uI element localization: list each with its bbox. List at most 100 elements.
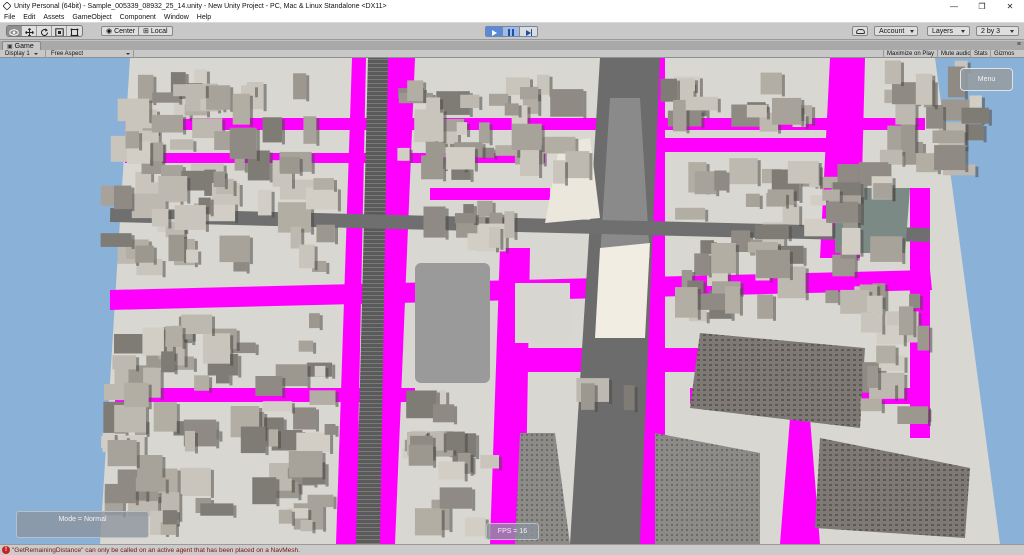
- account-dropdown[interactable]: Account: [874, 26, 918, 36]
- menu-file[interactable]: File: [0, 14, 19, 21]
- layers-label: Layers: [932, 27, 954, 35]
- menu-help[interactable]: Help: [193, 14, 215, 21]
- building-block: [961, 107, 989, 124]
- building-shadow: [316, 409, 319, 432]
- building-block: [174, 205, 206, 230]
- game-viewport[interactable]: Menu Mode = Normal FPS = 16: [0, 58, 1024, 544]
- scale-tool-icon[interactable]: [52, 26, 67, 36]
- tab-game[interactable]: ▣ Game: [2, 41, 41, 50]
- building-shadow: [915, 102, 919, 127]
- menu-gameobject[interactable]: GameObject: [68, 14, 115, 21]
- game-view-icon: ▣: [7, 43, 13, 50]
- pivot-center-button[interactable]: ◉ Center: [101, 26, 141, 36]
- building-shadow: [786, 194, 789, 209]
- layout-dropdown[interactable]: 2 by 3: [976, 26, 1019, 36]
- mode-indicator[interactable]: Mode = Normal: [16, 511, 149, 538]
- building-block: [432, 404, 455, 423]
- building-shadow: [904, 374, 908, 401]
- building-block: [296, 432, 331, 452]
- menu-button[interactable]: Menu: [960, 68, 1013, 91]
- building-shadow: [235, 204, 239, 224]
- building-block: [213, 171, 225, 188]
- building-shadow: [308, 510, 312, 521]
- console-status-bar[interactable]: ! "GetRemainingDistance" can only be cal…: [0, 544, 1024, 555]
- hand-tool-icon[interactable]: [7, 26, 22, 36]
- menu-component[interactable]: Component: [116, 14, 160, 21]
- building-block: [464, 517, 486, 537]
- building-block: [760, 72, 782, 95]
- building-shadow: [703, 282, 707, 295]
- building-shadow: [499, 457, 502, 471]
- pivot-space-button[interactable]: ⊞ Local: [138, 26, 173, 36]
- building-shadow: [500, 229, 504, 250]
- gizmos-toggle[interactable]: Gizmos: [990, 50, 1017, 58]
- collab-cloud-button[interactable]: [852, 26, 868, 36]
- building-block: [711, 243, 736, 274]
- building-block: [316, 224, 335, 243]
- building-block: [252, 477, 277, 505]
- building-shadow: [475, 215, 479, 226]
- panel-menu-icon[interactable]: ≡: [1017, 41, 1021, 48]
- building-shadow: [594, 385, 598, 412]
- building-shadow: [205, 207, 209, 232]
- building-block: [553, 160, 565, 184]
- aspect-dropdown[interactable]: Free Aspect: [48, 50, 134, 58]
- maximize-on-play-toggle[interactable]: Maximize on Play: [883, 50, 937, 58]
- step-button[interactable]: [520, 27, 537, 36]
- stats-toggle[interactable]: Stats: [970, 50, 991, 58]
- building-block: [900, 122, 916, 151]
- building-shadow: [291, 511, 295, 526]
- building-shadow: [539, 148, 543, 178]
- building-block: [478, 122, 490, 144]
- rect-tool-icon[interactable]: [67, 26, 82, 36]
- building-shadow: [182, 328, 186, 349]
- pause-button[interactable]: [503, 27, 520, 36]
- minimize-button[interactable]: —: [940, 0, 968, 12]
- building-shadow: [801, 99, 805, 127]
- move-tool-icon[interactable]: [22, 26, 37, 36]
- building-shadow: [216, 421, 220, 449]
- display-dropdown[interactable]: Display 1: [2, 50, 46, 58]
- building-block: [293, 407, 316, 430]
- close-button[interactable]: ✕: [996, 0, 1024, 12]
- station-plaza: [515, 283, 570, 343]
- building-block: [660, 78, 677, 102]
- menu-edit[interactable]: Edit: [19, 14, 39, 21]
- building-block: [153, 402, 177, 432]
- maximize-button[interactable]: ❐: [968, 0, 996, 12]
- layers-dropdown[interactable]: Layers: [927, 26, 970, 36]
- rotate-tool-icon[interactable]: [37, 26, 52, 36]
- building-block: [124, 382, 149, 408]
- space-label: Local: [150, 27, 168, 35]
- building-block: [407, 80, 424, 101]
- menu-window[interactable]: Window: [160, 14, 193, 21]
- building-block: [901, 407, 929, 420]
- tower-light-2: [595, 243, 650, 338]
- building-block: [293, 73, 307, 100]
- step-icon: [525, 29, 532, 36]
- building-shadow: [433, 446, 437, 468]
- building-shadow: [291, 403, 295, 414]
- building-block: [135, 171, 151, 197]
- building-block: [714, 170, 727, 191]
- building-shadow: [255, 344, 259, 356]
- building-shadow: [464, 433, 468, 453]
- building-block: [454, 213, 476, 224]
- building-shadow: [901, 62, 904, 87]
- building-shadow: [330, 434, 334, 454]
- building-block: [489, 227, 501, 248]
- window-controls: — ❐ ✕: [940, 0, 1024, 12]
- building-shadow: [860, 229, 864, 257]
- play-button[interactable]: [486, 27, 503, 36]
- local-space-icon: ⊞: [143, 28, 149, 35]
- building-block: [181, 314, 212, 334]
- mute-audio-toggle[interactable]: Mute audio: [937, 50, 974, 58]
- building-shadow: [174, 353, 178, 375]
- window-title-bar: Unity Personal (64bit) - Sample_005339_0…: [0, 0, 1024, 12]
- building-block: [873, 183, 893, 199]
- building-block: [194, 375, 210, 391]
- building-shadow: [335, 392, 339, 407]
- menu-assets[interactable]: Assets: [39, 14, 68, 21]
- building-block: [445, 147, 475, 170]
- building-block: [772, 97, 802, 125]
